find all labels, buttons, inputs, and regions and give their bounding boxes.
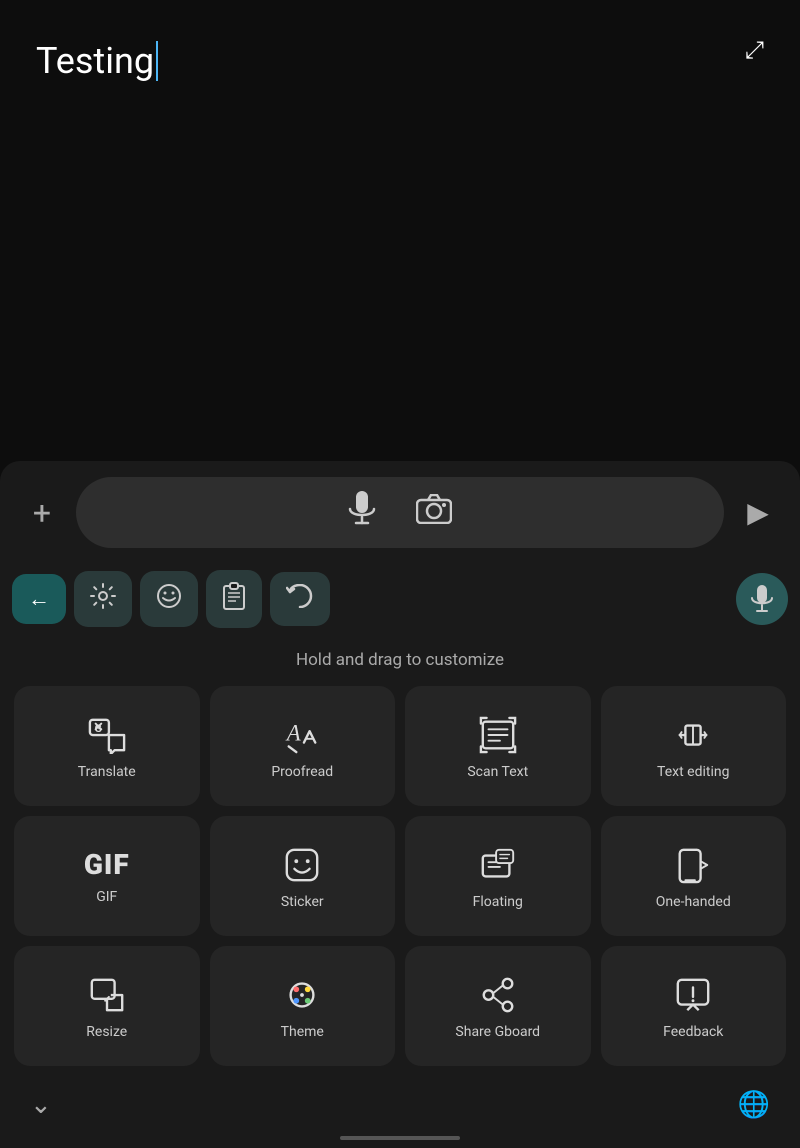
gif-icon: GIF [84,851,130,879]
bottom-bar: ⌄ 🌐 [0,1080,800,1128]
features-grid: G Translate A Proofread [0,686,800,1080]
settings-icon [90,583,116,615]
translate-label: Translate [78,764,136,780]
gif-label: GIF [96,889,117,905]
add-button[interactable]: + [20,494,64,532]
mic-camera-bar[interactable] [76,477,724,548]
grid-item-one-handed[interactable]: One-handed [601,816,787,936]
text-cursor [156,41,158,81]
mic-right-button[interactable] [736,573,788,625]
grid-item-floating[interactable]: Floating [405,816,591,936]
grid-item-gif[interactable]: GIF GIF [14,816,200,936]
microphone-icon[interactable] [348,491,376,534]
send-button[interactable]: ▶ [736,496,780,529]
grid-item-proofread[interactable]: A Proofread [210,686,396,806]
settings-button[interactable] [74,571,132,627]
grid-item-scan-text[interactable]: Scan Text [405,686,591,806]
svg-text:A: A [285,721,301,746]
back-button[interactable]: ← [12,574,66,624]
expand-icon[interactable]: ⤢ [745,36,764,64]
text-value: Testing [36,40,154,82]
grid-item-resize[interactable]: Resize [14,946,200,1066]
text-content: Testing [36,40,764,82]
collapse-button[interactable]: ⌄ [30,1090,52,1120]
toolbar-row: ← [0,564,800,638]
hold-drag-hint: Hold and drag to customize [0,638,800,686]
emoji-button[interactable] [140,571,198,627]
clipboard-button[interactable] [206,570,262,628]
language-button[interactable]: 🌐 [738,1090,770,1120]
feedback-label: Feedback [663,1024,723,1040]
grid-item-sticker[interactable]: Sticker [210,816,396,936]
text-area[interactable]: Testing ⤢ [0,0,800,220]
input-row: + ▶ [0,461,800,564]
undo-button[interactable] [270,572,330,626]
grid-item-text-editing[interactable]: Text editing [601,686,787,806]
proofread-label: Proofread [271,764,333,780]
text-editing-label: Text editing [657,764,729,780]
grid-item-feedback[interactable]: Feedback [601,946,787,1066]
sticker-label: Sticker [281,894,324,910]
floating-label: Floating [473,894,523,910]
keyboard-panel: + ▶ [0,461,800,1148]
resize-label: Resize [86,1024,127,1040]
home-indicator [340,1136,460,1140]
theme-label: Theme [281,1024,324,1040]
grid-item-share-gboard[interactable]: Share Gboard [405,946,591,1066]
grid-item-theme[interactable]: Theme [210,946,396,1066]
emoji-icon [156,583,182,615]
back-icon: ← [28,586,50,612]
camera-icon[interactable] [416,494,452,531]
undo-icon [286,584,314,614]
scan-text-label: Scan Text [467,764,528,780]
grid-item-translate[interactable]: G Translate [14,686,200,806]
clipboard-icon [222,582,246,616]
one-handed-label: One-handed [656,894,731,910]
share-gboard-label: Share Gboard [455,1024,540,1040]
